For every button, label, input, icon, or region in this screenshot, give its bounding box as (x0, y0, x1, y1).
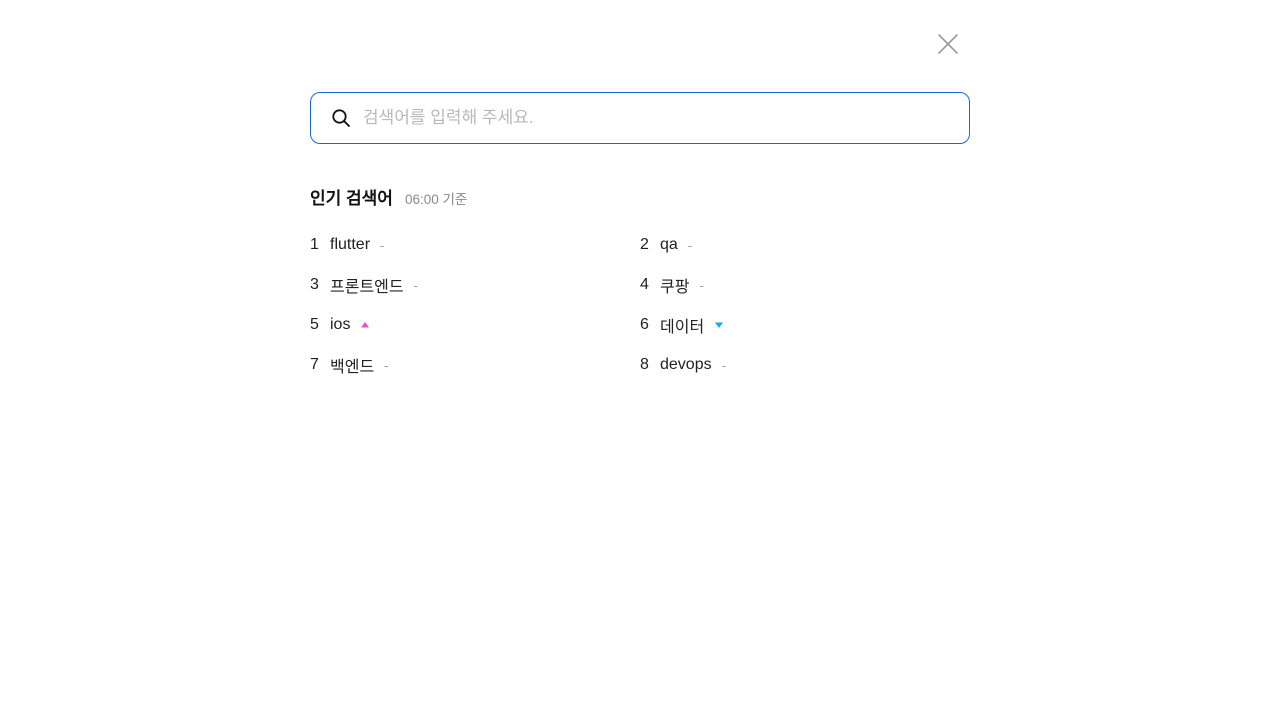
keyword-text: devops (660, 356, 712, 373)
keyword-text: flutter (330, 236, 371, 253)
keyword-rank: 8 (640, 356, 649, 373)
popular-keyword-list: 1 flutter - 2 qa - 3 프론트엔드 - 4 쿠팡 - 5 io… (310, 225, 970, 385)
trend-up-icon (360, 321, 370, 329)
keyword-text: qa (660, 236, 678, 253)
popular-keyword-item[interactable]: 2 qa - (640, 225, 970, 265)
trend-same-icon: - (413, 277, 418, 293)
popular-keyword-item[interactable]: 7 백엔드 - (310, 345, 640, 385)
trend-same-icon: - (380, 237, 385, 253)
keyword-rank: 6 (640, 316, 649, 333)
keyword-text: 쿠팡 (660, 279, 690, 296)
search-box (310, 92, 970, 144)
popular-keyword-item[interactable]: 3 프론트엔드 - (310, 265, 640, 305)
keyword-text: 데이터 (660, 319, 705, 336)
popular-keyword-item[interactable]: 6 데이터 (640, 305, 970, 345)
close-button[interactable] (934, 32, 962, 60)
trend-down-icon (714, 321, 724, 329)
trend-same-icon: - (687, 237, 693, 253)
popular-keyword-item[interactable]: 8 devops - (640, 345, 970, 385)
close-icon (937, 33, 959, 60)
keyword-rank: 7 (310, 356, 319, 373)
keyword-rank: 5 (310, 316, 319, 333)
keyword-text: 백엔드 (330, 359, 375, 376)
trend-same-icon: - (721, 357, 726, 373)
keyword-text: 프론트엔드 (330, 279, 404, 296)
keyword-rank: 1 (310, 236, 319, 253)
trend-same-icon: - (384, 357, 389, 373)
trend-same-icon: - (699, 277, 704, 293)
popular-time: 06:00 기준 (404, 192, 468, 207)
popular-header: 인기 검색어 06:00 기준 (310, 184, 467, 209)
search-icon (331, 108, 351, 128)
keyword-rank: 4 (640, 276, 649, 293)
popular-keyword-item[interactable]: 1 flutter - (310, 225, 640, 265)
popular-keyword-item[interactable]: 4 쿠팡 - (640, 265, 970, 305)
popular-title: 인기 검색어 (310, 189, 393, 208)
keyword-rank: 3 (310, 276, 319, 293)
keyword-rank: 2 (640, 236, 649, 253)
keyword-text: ios (330, 316, 351, 333)
search-input[interactable] (363, 93, 969, 143)
popular-keyword-item[interactable]: 5 ios (310, 305, 640, 345)
